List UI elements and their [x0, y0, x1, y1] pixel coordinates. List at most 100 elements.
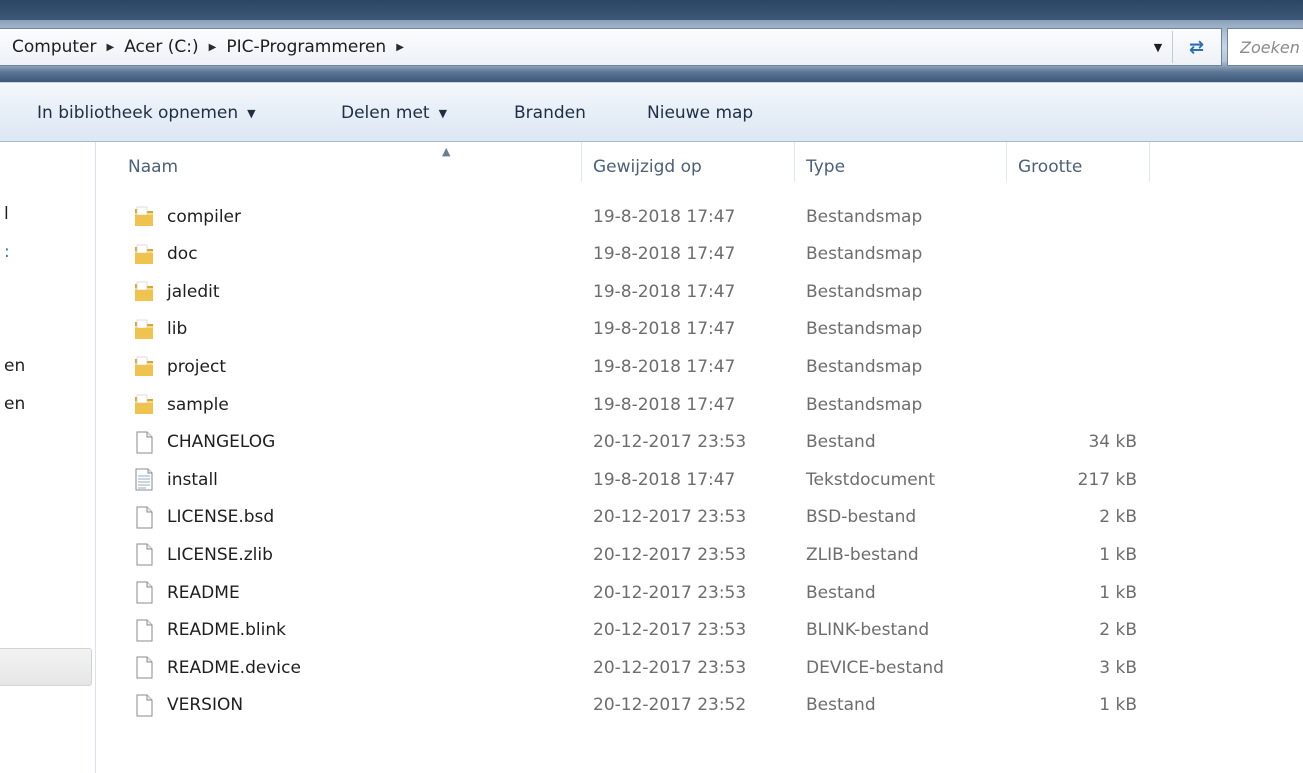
file-modified: 20-12-2017 23:53: [593, 657, 747, 678]
file-modified: 19-8-2018 17:47: [593, 281, 736, 302]
file-size: 1 kB: [1099, 544, 1137, 565]
folder-row[interactable]: project 19-8-2018 17:47 Bestandsmap: [97, 348, 1157, 385]
search-input[interactable]: [1228, 29, 1303, 65]
file-icon: [133, 431, 155, 454]
chevron-down-icon: ▼: [438, 106, 448, 120]
nav-item-selected[interactable]: [0, 648, 92, 686]
nav-item-fragment[interactable]: en: [4, 394, 25, 414]
file-type: ZLIB-bestand: [806, 544, 919, 565]
file-name: VERSION: [167, 695, 244, 716]
file-modified: 19-8-2018 17:47: [593, 244, 736, 265]
chevron-down-icon: ▼: [247, 106, 256, 120]
file-size: 1 kB: [1099, 695, 1137, 716]
folder-row[interactable]: lib 19-8-2018 17:47 Bestandsmap: [97, 311, 1157, 348]
folder-icon: [133, 393, 155, 416]
breadcrumb: Computer ▶ Acer (C:) ▶ PIC-Programmeren …: [8, 29, 410, 65]
refresh-icon[interactable]: ⇄: [1172, 31, 1220, 63]
file-name: lib: [167, 319, 188, 340]
file-type: Tekstdocument: [806, 469, 936, 490]
include-in-library-button[interactable]: In bibliotheek opnemen ▼: [37, 83, 256, 143]
column-header-size[interactable]: Grootte: [1018, 142, 1082, 192]
file-type: Bestand: [806, 695, 876, 716]
file-modified: 20-12-2017 23:53: [593, 432, 747, 453]
folder-icon: [133, 318, 155, 341]
file-size: [1017, 386, 1137, 423]
file-row[interactable]: README.blink 20-12-2017 23:53 BLINK-bestan…: [97, 612, 1157, 649]
file-type: BLINK-bestand: [806, 620, 930, 641]
file-size: [1017, 273, 1137, 310]
share-with-label: Delen met: [341, 103, 430, 123]
file-row[interactable]: install 19-8-2018 17:47 Tekstdocument 217 k…: [97, 461, 1157, 498]
file-modified: 19-8-2018 17:47: [593, 394, 736, 415]
folder-row[interactable]: compiler 19-8-2018 17:47 Bestandsmap: [97, 198, 1157, 235]
file-name: compiler: [167, 206, 241, 227]
window-title-strip: [0, 0, 1303, 20]
file-row[interactable]: README 20-12-2017 23:53 Bestand 1 kB: [97, 574, 1157, 611]
file-size: [1017, 198, 1137, 235]
file-type: BSD-bestand: [806, 507, 917, 528]
crumb-folder[interactable]: PIC-Programmeren: [222, 37, 390, 57]
file-modified: 20-12-2017 23:52: [593, 695, 747, 716]
sort-ascending-icon: ▲: [442, 145, 451, 158]
file-modified: 19-8-2018 17:47: [593, 356, 736, 377]
new-folder-button[interactable]: Nieuwe map: [647, 83, 753, 143]
folder-row[interactable]: jaledit 19-8-2018 17:47 Bestandsmap: [97, 273, 1157, 310]
folder-icon: [133, 205, 155, 228]
column-divider[interactable]: [794, 142, 795, 182]
column-divider[interactable]: [581, 142, 582, 182]
file-modified: 19-8-2018 17:47: [593, 319, 736, 340]
file-size: 1 kB: [1099, 582, 1137, 603]
nav-item-fragment[interactable]: l: [4, 204, 9, 224]
file-name: install: [167, 469, 218, 490]
file-row[interactable]: LICENSE.zlib 20-12-2017 23:53 ZLIB-bestand…: [97, 536, 1157, 573]
folder-row[interactable]: doc 19-8-2018 17:47 Bestandsmap: [97, 236, 1157, 273]
folder-icon: [133, 243, 155, 266]
nav-item-fragment[interactable]: :: [4, 242, 10, 262]
share-with-button[interactable]: Delen met ▼: [341, 83, 447, 143]
search-box[interactable]: [1227, 28, 1303, 66]
folder-icon: [133, 280, 155, 303]
file-icon: [133, 506, 155, 529]
file-modified: 20-12-2017 23:53: [593, 507, 747, 528]
burn-button[interactable]: Branden: [514, 83, 586, 143]
file-size: 2 kB: [1099, 507, 1137, 528]
file-size: [1017, 311, 1137, 348]
column-divider[interactable]: [1006, 142, 1007, 182]
file-icon: [133, 543, 155, 566]
file-name: README: [167, 582, 240, 603]
file-row[interactable]: CHANGELOG 20-12-2017 23:53 Bestand 34 kB: [97, 424, 1157, 461]
burn-label: Branden: [514, 103, 586, 123]
file-name: README.blink: [167, 620, 286, 641]
crumb-computer[interactable]: Computer: [8, 37, 101, 57]
column-header-modified[interactable]: Gewijzigd op: [593, 142, 702, 192]
new-folder-label: Nieuwe map: [647, 103, 754, 123]
file-name: doc: [167, 244, 198, 265]
file-name: CHANGELOG: [167, 432, 276, 453]
file-row[interactable]: README.device 20-12-2017 23:53 DEVICE-best…: [97, 649, 1157, 686]
file-size: 3 kB: [1099, 657, 1137, 678]
chevron-right-icon[interactable]: ▶: [203, 42, 223, 53]
file-type: Bestandsmap: [806, 319, 923, 340]
file-type: Bestand: [806, 432, 876, 453]
file-row[interactable]: LICENSE.bsd 20-12-2017 23:53 BSD-bestand 2 …: [97, 499, 1157, 536]
chevron-right-icon[interactable]: ▶: [390, 42, 410, 53]
file-name: jaledit: [167, 281, 220, 302]
file-modified: 19-8-2018 17:47: [593, 206, 736, 227]
file-name: README.device: [167, 657, 301, 678]
address-bar[interactable]: Computer ▶ Acer (C:) ▶ PIC-Programmeren …: [0, 28, 1222, 66]
file-size: [1017, 348, 1137, 385]
crumb-drive[interactable]: Acer (C:): [120, 37, 202, 57]
column-headers: ▲ Naam Gewijzigd op Type Grootte: [97, 142, 1303, 192]
file-modified: 19-8-2018 17:47: [593, 469, 736, 490]
nav-item-fragment[interactable]: en: [4, 356, 25, 376]
command-bar: In bibliotheek opnemen ▼ Delen met ▼ Bra…: [0, 82, 1303, 142]
file-type: Bestandsmap: [806, 281, 923, 302]
include-in-library-label: In bibliotheek opnemen: [37, 103, 239, 123]
file-row[interactable]: VERSION 20-12-2017 23:52 Bestand 1 kB: [97, 687, 1157, 724]
column-header-name[interactable]: Naam: [128, 142, 178, 192]
folder-row[interactable]: sample 19-8-2018 17:47 Bestandsmap: [97, 386, 1157, 423]
column-divider[interactable]: [1149, 142, 1150, 182]
address-history-dropdown[interactable]: ▼: [1146, 35, 1170, 59]
column-header-type[interactable]: Type: [806, 142, 845, 192]
chevron-right-icon[interactable]: ▶: [101, 42, 121, 53]
